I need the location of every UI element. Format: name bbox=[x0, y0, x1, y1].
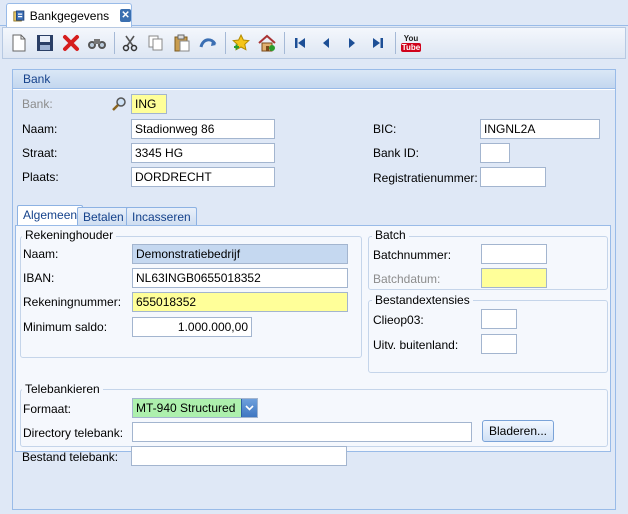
tab-title: Bankgegevens bbox=[29, 8, 110, 23]
close-tab-icon[interactable]: ✕ bbox=[120, 9, 131, 22]
formaat-select[interactable]: MT-940 Structured bbox=[132, 398, 258, 418]
telebankieren-title: Telebankieren bbox=[22, 382, 103, 396]
chevron-down-icon[interactable] bbox=[241, 399, 257, 417]
tab-incasseren[interactable]: Incasseren bbox=[126, 207, 197, 226]
favorite-button[interactable] bbox=[229, 30, 253, 56]
next-record-button[interactable] bbox=[340, 30, 364, 56]
panel-body: Bank: ING Naam: Stadionweg 86 Straat: 33… bbox=[13, 90, 615, 509]
toolbar-separator bbox=[114, 32, 115, 54]
youtube-button[interactable]: You Tube bbox=[399, 30, 423, 56]
new-button[interactable] bbox=[7, 30, 31, 56]
registratienummer-input[interactable] bbox=[480, 167, 546, 187]
tab-betalen[interactable]: Betalen bbox=[77, 207, 130, 226]
delete-button[interactable] bbox=[59, 30, 83, 56]
find-icon bbox=[88, 39, 106, 49]
registratienummer-label: Registratienummer: bbox=[373, 171, 478, 185]
bank-plaats-input[interactable]: DORDRECHT bbox=[131, 167, 275, 187]
bank-code-input[interactable]: ING bbox=[131, 94, 167, 114]
next-record-icon bbox=[349, 38, 355, 48]
home-button[interactable] bbox=[255, 30, 279, 56]
browse-button[interactable]: Bladeren... bbox=[482, 420, 554, 442]
lookup-icon[interactable] bbox=[111, 96, 127, 112]
clieop03-input[interactable] bbox=[481, 309, 517, 329]
rekeninghouder-naam-label: Naam: bbox=[23, 247, 59, 261]
bestand-telebank-input[interactable] bbox=[131, 446, 347, 466]
paste-icon bbox=[174, 34, 190, 52]
save-button[interactable] bbox=[33, 30, 57, 56]
tab-algemeen-content: Rekeninghouder Naam: Demonstratiebedrijf… bbox=[15, 225, 611, 452]
cut-button[interactable] bbox=[118, 30, 142, 56]
save-icon bbox=[37, 35, 53, 51]
directory-telebank-input[interactable] bbox=[132, 422, 472, 442]
panel-header: Bank bbox=[13, 70, 615, 89]
undo-button[interactable] bbox=[196, 30, 220, 56]
first-record-icon bbox=[295, 38, 305, 48]
bestandextensies-title: Bestandextensies bbox=[372, 293, 473, 307]
toolbar-separator bbox=[225, 32, 226, 54]
rekeninghouder-title: Rekeninghouder bbox=[22, 228, 117, 242]
plaats-label: Plaats: bbox=[22, 170, 59, 184]
batchnummer-label: Batchnummer: bbox=[373, 248, 452, 262]
bank-panel: Bank Bank: ING Naam: Stadionweg 86 Straa… bbox=[12, 69, 616, 510]
toolbar-separator bbox=[395, 32, 396, 54]
directory-telebank-label: Directory telebank: bbox=[23, 426, 124, 440]
batchdatum-label: Batchdatum: bbox=[373, 272, 441, 286]
uitv-buitenland-input[interactable] bbox=[481, 334, 517, 354]
formaat-value: MT-940 Structured bbox=[136, 401, 236, 415]
cut-icon bbox=[122, 35, 138, 52]
minimum-saldo-label: Minimum saldo: bbox=[23, 320, 108, 334]
last-record-button[interactable] bbox=[366, 30, 390, 56]
iban-label: IBAN: bbox=[23, 271, 55, 285]
clieop03-label: Clieop03: bbox=[373, 313, 424, 327]
minimum-saldo-input[interactable]: 1.000.000,00 bbox=[132, 317, 252, 337]
copy-icon bbox=[148, 35, 163, 51]
batchnummer-input[interactable] bbox=[481, 244, 547, 264]
batchdatum-input[interactable] bbox=[481, 268, 547, 288]
bestand-telebank-label: Bestand telebank: bbox=[22, 450, 119, 464]
find-button[interactable] bbox=[85, 30, 109, 56]
tab-bankgegevens[interactable]: Bankgegevens ✕ bbox=[6, 3, 132, 27]
bank-id-input[interactable] bbox=[480, 143, 510, 163]
bank-id-label: Bank ID: bbox=[373, 146, 420, 160]
bic-label: BIC: bbox=[373, 122, 397, 136]
iban-input[interactable]: NL63INGB0655018352 bbox=[132, 268, 348, 288]
delete-icon bbox=[63, 35, 79, 51]
bank-straat-input[interactable]: 3345 HG bbox=[131, 143, 275, 163]
batch-title: Batch bbox=[372, 228, 409, 242]
straat-label: Straat: bbox=[22, 146, 58, 160]
rekeningnummer-input[interactable]: 655018352 bbox=[132, 292, 348, 312]
document-tabstrip: Bankgegevens ✕ bbox=[0, 0, 628, 27]
previous-record-icon bbox=[323, 38, 329, 48]
home-icon bbox=[258, 34, 276, 52]
youtube-icon: You bbox=[403, 34, 419, 43]
toolbar: You Tube bbox=[2, 27, 626, 59]
previous-record-button[interactable] bbox=[314, 30, 338, 56]
first-record-button[interactable] bbox=[288, 30, 312, 56]
paste-button[interactable] bbox=[170, 30, 194, 56]
bank-label: Bank: bbox=[22, 97, 53, 111]
copy-button[interactable] bbox=[144, 30, 168, 56]
bank-naam-input[interactable]: Stadionweg 86 bbox=[131, 119, 275, 139]
naam-label: Naam: bbox=[22, 122, 58, 136]
last-record-icon bbox=[373, 38, 383, 48]
bic-input[interactable]: INGNL2A bbox=[480, 119, 600, 139]
favorite-icon bbox=[232, 33, 250, 51]
formaat-label: Formaat: bbox=[23, 402, 72, 416]
uitv-buitenland-label: Uitv. buitenland: bbox=[373, 338, 459, 352]
tab-algemeen[interactable]: Algemeen bbox=[17, 205, 84, 226]
toolbar-separator bbox=[284, 32, 285, 54]
rekeninghouder-naam-field: Demonstratiebedrijf bbox=[132, 244, 348, 264]
rekeningnummer-label: Rekeningnummer: bbox=[23, 295, 122, 309]
undo-icon bbox=[199, 38, 217, 48]
new-icon bbox=[12, 34, 26, 52]
bank-document-icon bbox=[13, 10, 25, 21]
